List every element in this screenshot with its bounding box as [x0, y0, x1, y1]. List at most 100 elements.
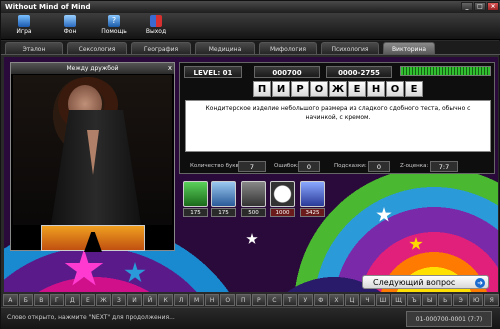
background-icon — [64, 15, 76, 27]
video-title-text: Между дружбой — [66, 65, 119, 72]
hint-cost: 3425 — [300, 208, 325, 217]
hints-value: 0 — [368, 161, 390, 172]
letter-key[interactable]: К — [158, 294, 173, 306]
video-title: Между дружбой x — [11, 63, 174, 74]
letter-key[interactable]: Р — [251, 294, 267, 306]
game-button-label: Игра — [16, 28, 32, 35]
errors-value: 0 — [298, 161, 320, 172]
app-window: Without Mind of Mind _ □ × Игра Фон ? По… — [0, 0, 500, 329]
letter-key[interactable]: В — [34, 294, 49, 306]
answer-letter: Р — [291, 81, 309, 97]
letter-key[interactable]: Б — [18, 294, 34, 306]
answer-letter: Ж — [329, 81, 347, 97]
hint-cost: 1000 — [270, 208, 295, 217]
star-decoration — [409, 237, 423, 250]
letter-key[interactable]: Г — [49, 294, 65, 306]
window-title: Without Mind of Mind — [5, 3, 91, 11]
answer-letter: О — [310, 81, 328, 97]
letter-key[interactable]: Т — [282, 294, 298, 306]
help-icon: ? — [108, 15, 120, 27]
hint-search-button[interactable]: 175 — [211, 181, 236, 218]
letter-key[interactable]: А — [3, 294, 18, 306]
hint-cost: 500 — [241, 208, 266, 217]
letter-key[interactable]: Ч — [360, 294, 375, 306]
background-button-label: Фон — [63, 28, 77, 35]
help-button-label: Помощь — [101, 28, 127, 35]
letter-key[interactable]: О — [220, 294, 235, 306]
rating-label: Z-оценка: — [400, 163, 429, 169]
next-question-button[interactable]: Следующий вопрос ➜ — [362, 275, 489, 289]
star-decoration — [246, 233, 258, 244]
answer-word: ПИРОЖЕНОЕ — [185, 81, 491, 97]
rating-value: 7:7 — [430, 161, 458, 172]
letter-key[interactable]: И — [127, 294, 142, 306]
letter-key[interactable]: Д — [65, 294, 80, 306]
next-question-label: Следующий вопрос — [373, 278, 456, 287]
errors-label: Ошибок: — [274, 163, 299, 169]
letter-key[interactable]: Ь — [437, 294, 453, 306]
star-decoration — [64, 249, 104, 286]
score-display: 000700 — [254, 66, 320, 78]
letter-key[interactable]: З — [111, 294, 127, 306]
exit-button-label: Выход — [145, 28, 167, 35]
tab-geography[interactable]: География — [131, 42, 191, 55]
letter-key[interactable]: Х — [329, 294, 344, 306]
letter-key[interactable]: Ъ — [406, 294, 422, 306]
tab-psychology[interactable]: Психология — [321, 42, 379, 55]
close-window-button[interactable]: × — [487, 2, 499, 11]
question-panel: LEVEL: 01 000700 0000-2755 ПИРОЖЕНОЕ Кон… — [179, 62, 495, 174]
maximize-button[interactable]: □ — [474, 2, 486, 11]
exit-icon — [150, 15, 162, 27]
letter-key[interactable]: Н — [204, 294, 220, 306]
answer-letter: Е — [348, 81, 366, 97]
stats-row: Количество букв: 7 Ошибок: 0 Подсказки: … — [180, 161, 496, 172]
star-decoration — [376, 207, 392, 222]
letter-key[interactable]: М — [189, 294, 204, 306]
game-button[interactable]: Игра — [9, 14, 39, 39]
help-button[interactable]: ? Помощь — [99, 14, 129, 39]
letter-key[interactable]: Л — [173, 294, 189, 306]
arrow-right-icon: ➜ — [475, 278, 485, 288]
background-button[interactable]: Фон — [55, 14, 85, 39]
letter-key[interactable]: Ы — [422, 294, 437, 306]
hint-clock-button[interactable]: 1000 — [270, 181, 295, 218]
hint-shield-button[interactable]: 3425 — [300, 181, 325, 218]
letter-key[interactable]: Ж — [96, 294, 111, 306]
hint-pause-button[interactable]: 500 — [241, 181, 266, 218]
status-code: 01-000700-0001 (7:7) — [406, 311, 492, 327]
letter-key[interactable]: Щ — [391, 294, 406, 306]
hint-cost: 175 — [183, 208, 208, 217]
letter-key[interactable]: Е — [80, 294, 96, 306]
tab-mythology[interactable]: Мифология — [259, 42, 317, 55]
exit-button[interactable]: Выход — [141, 14, 171, 39]
video-thumbnail[interactable] — [41, 225, 145, 252]
letter-key[interactable]: Ш — [375, 294, 391, 306]
tab-quiz[interactable]: Викторина — [383, 42, 435, 55]
progress-bar — [400, 66, 491, 76]
letter-key[interactable]: У — [298, 294, 313, 306]
letter-key[interactable]: П — [235, 294, 251, 306]
pause-hint-icon — [241, 181, 266, 207]
letters-value: 7 — [238, 161, 266, 172]
hint-star-button[interactable]: 175 — [183, 181, 208, 218]
video-close-button[interactable]: x — [168, 63, 172, 74]
level-display: LEVEL: 01 — [184, 66, 242, 78]
alphabet-keyboard: АБВГДЕЖЗИЙКЛМНОПРСТУФХЦЧШЩЪЫЬЭЮЯ — [3, 294, 499, 306]
letter-key[interactable]: Э — [453, 294, 468, 306]
tab-sexology[interactable]: Сексология — [67, 42, 127, 55]
letter-key[interactable]: Ю — [468, 294, 484, 306]
minimize-button[interactable]: _ — [461, 2, 473, 11]
letter-key[interactable]: Ц — [344, 294, 360, 306]
letter-key[interactable]: Й — [142, 294, 158, 306]
status-bar: Слово открыто, нажмите "NEXT" для продол… — [1, 307, 500, 329]
answer-letter: П — [253, 81, 271, 97]
letter-key[interactable]: С — [267, 294, 282, 306]
tab-etalon[interactable]: Эталон — [5, 42, 63, 55]
tab-medicine[interactable]: Медицина — [195, 42, 255, 55]
video-panel: Между дружбой x — [10, 62, 175, 252]
letter-key[interactable]: Я — [484, 294, 499, 306]
letter-key[interactable]: Ф — [313, 294, 329, 306]
star-hint-icon — [183, 181, 208, 207]
answer-letter: Н — [367, 81, 385, 97]
status-message: Слово открыто, нажмите "NEXT" для продол… — [7, 314, 175, 321]
